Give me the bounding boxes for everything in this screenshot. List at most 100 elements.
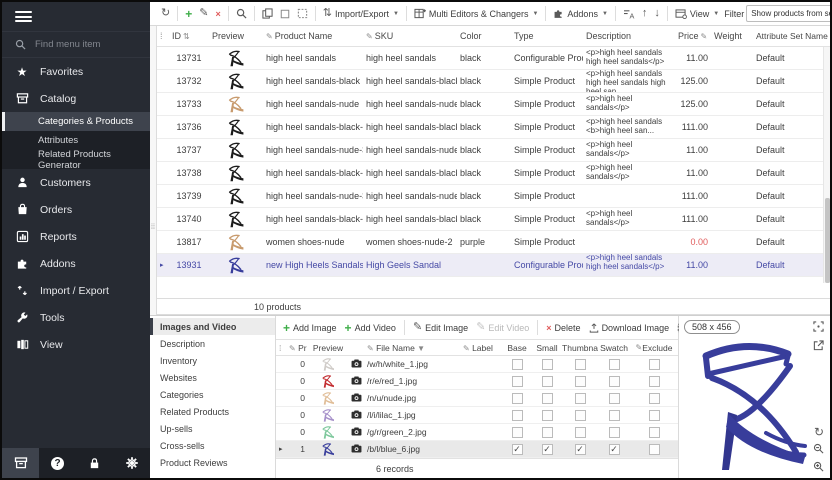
sort-az-button[interactable]: A (620, 7, 638, 21)
column-header-select[interactable]: ⁞ (157, 31, 169, 41)
checkbox-base[interactable] (512, 359, 523, 370)
image-row-lilac_1.jpg[interactable]: 0/l/i/lilac_1.jpg (276, 407, 678, 424)
product-row-13931[interactable]: ▸13931new High Heels SandalsHigh Geels S… (157, 254, 830, 277)
column-header-swatch[interactable]: Swatch (598, 343, 630, 353)
menu-search-input[interactable]: Find menu item (2, 31, 150, 58)
product-row-13740[interactable]: 13740high heel sandals-black-38high heel… (157, 208, 830, 231)
checkbox-swatch[interactable]: ✓ (609, 444, 620, 455)
tab-inventory[interactable]: Inventory (150, 352, 275, 369)
checkbox-small[interactable] (542, 410, 553, 421)
sidebar-item-favorites[interactable]: ★ Favorites (2, 58, 150, 85)
tab-images-and-video[interactable]: Images and Video (150, 318, 275, 335)
column-header-sku[interactable]: ✎ SKU (363, 31, 457, 41)
checkbox-small[interactable] (542, 427, 553, 438)
duplicate-button[interactable] (259, 6, 276, 21)
checkbox-small[interactable]: ✓ (542, 444, 553, 455)
product-row-13817[interactable]: 13817women shoes-nudewomen shoes-nude-2p… (157, 231, 830, 254)
delete-product-button[interactable]: × (212, 7, 223, 21)
move-down-button[interactable]: ↓ (651, 6, 663, 21)
column-header-pr[interactable]: ✎ Pr (286, 343, 308, 353)
checkbox-swatch[interactable] (609, 359, 620, 370)
search-products-button[interactable] (233, 6, 250, 21)
lock-button[interactable] (76, 448, 113, 478)
fit-screen-button[interactable] (813, 321, 824, 334)
checkbox-swatch[interactable] (609, 410, 620, 421)
sidebar-item-import-export[interactable]: Import / Export (2, 277, 150, 304)
tab-categories[interactable]: Categories (150, 386, 275, 403)
tab-cross-sells[interactable]: Cross-sells (150, 437, 275, 454)
column-header-price[interactable]: Price✎ (675, 31, 711, 41)
column-header-type[interactable]: Type (511, 31, 583, 41)
sidebar-item-view[interactable]: View (2, 331, 150, 358)
store-switcher-button[interactable] (2, 448, 39, 478)
settings-button[interactable] (113, 448, 150, 478)
edit-video-button[interactable]: ✎Edit Video (473, 320, 532, 335)
column-header-preview[interactable]: Preview (209, 31, 263, 41)
products-scrollbar[interactable] (823, 47, 830, 283)
sidebar-item-customers[interactable]: Customers (2, 169, 150, 196)
sidebar-item-orders[interactable]: Orders (2, 196, 150, 223)
sidebar-item-categories-products[interactable]: Categories & Products (2, 112, 150, 131)
column-header-sel[interactable]: ⁞ (276, 343, 286, 353)
column-header-base[interactable]: Base (502, 343, 532, 353)
checkbox-small[interactable] (542, 376, 553, 387)
product-row-13731[interactable]: 13731high heel sandalshigh heel sandalsb… (157, 47, 830, 70)
column-header-small[interactable]: Small (532, 343, 562, 353)
tab-related-products[interactable]: Related Products (150, 403, 275, 420)
addons-button[interactable]: Addons▼ (550, 6, 610, 21)
tab-description[interactable]: Description (150, 335, 275, 352)
checkbox-thumbna[interactable] (575, 410, 586, 421)
checkbox-base[interactable] (512, 393, 523, 404)
multi-editors-button[interactable]: Multi Editors & Changers▼ (411, 6, 542, 21)
checkbox-exclude[interactable] (649, 393, 660, 404)
checkbox-swatch[interactable] (609, 376, 620, 387)
checkbox-thumbna[interactable]: ✓ (575, 444, 586, 455)
product-row-13739[interactable]: 13739high heel sandals-nude-37high heel … (157, 185, 830, 208)
image-row-green_2.jpg[interactable]: 0/g/r/green_2.jpg (276, 424, 678, 441)
checkbox-exclude[interactable] (649, 444, 660, 455)
scrollbar-thumb[interactable] (825, 198, 830, 283)
product-row-13737[interactable]: 13737high heel sandals-nude-36high heel … (157, 139, 830, 162)
checkbox-swatch[interactable] (609, 427, 620, 438)
sidebar-item-reports[interactable]: Reports (2, 223, 150, 250)
column-header-attribute-set-name[interactable]: Attribute Set Name (753, 31, 830, 41)
image-row-blue_6.jpg[interactable]: ▸1/b/l/blue_6.jpg✓✓✓✓ (276, 441, 678, 458)
product-row-13738[interactable]: 13738high heel sandals-black-37high heel… (157, 162, 830, 185)
checkbox-base[interactable] (512, 376, 523, 387)
view-button[interactable]: View▼ (672, 7, 722, 21)
checkbox-exclude[interactable] (649, 427, 660, 438)
checkbox-mode-button[interactable] (277, 7, 293, 21)
column-header-file-name[interactable]: ✎ File Name ▼ (364, 343, 460, 353)
product-row-13732[interactable]: 13732high heel sandals-blackhigh heel sa… (157, 70, 830, 93)
checkbox-exclude[interactable] (649, 376, 660, 387)
sidebar-item-tools[interactable]: Tools (2, 304, 150, 331)
column-header-description[interactable]: Description (583, 31, 675, 41)
sidebar-item-attributes[interactable]: Attributes (2, 131, 150, 150)
image-row-nude.jpg[interactable]: 0/n/u/nude.jpg (276, 390, 678, 407)
edit-product-button[interactable]: ✎ (196, 6, 211, 21)
checkbox-thumbna[interactable] (575, 427, 586, 438)
refresh-button[interactable]: ↻ (158, 6, 173, 21)
download-image-button[interactable]: Download Image (586, 321, 673, 335)
checkbox-small[interactable] (542, 393, 553, 404)
checkbox-small[interactable] (542, 359, 553, 370)
checkbox-thumbna[interactable] (575, 376, 586, 387)
checkbox-exclude[interactable] (649, 359, 660, 370)
add-product-button[interactable]: + (182, 5, 195, 23)
add-image-button[interactable]: +Add Image (280, 319, 340, 337)
image-row-red_1.jpg[interactable]: 0/r/e/red_1.jpg (276, 373, 678, 390)
column-header-label[interactable]: ✎ Label (460, 343, 502, 353)
checkbox-base[interactable]: ✓ (512, 444, 523, 455)
import-export-button[interactable]: ⇅ Import/Export▼ (320, 6, 402, 21)
column-header-weight[interactable]: Weight (711, 31, 753, 41)
column-header-color[interactable]: Color (457, 31, 511, 41)
sidebar-item-related-products-generator[interactable]: Related Products Generator (2, 150, 150, 169)
checkbox-thumbna[interactable] (575, 393, 586, 404)
add-video-button[interactable]: +Add Video (342, 319, 399, 337)
edit-image-button[interactable]: ✎Edit Image (410, 320, 471, 335)
checkbox-base[interactable] (512, 410, 523, 421)
image-row-white_1.jpg[interactable]: 0/w/h/white_1.jpg (276, 356, 678, 373)
categories-splitter[interactable]: ⁞⁞ (150, 26, 157, 315)
column-header-id[interactable]: ID ⇅ (169, 31, 209, 41)
move-up-button[interactable]: ↑ (639, 6, 651, 21)
